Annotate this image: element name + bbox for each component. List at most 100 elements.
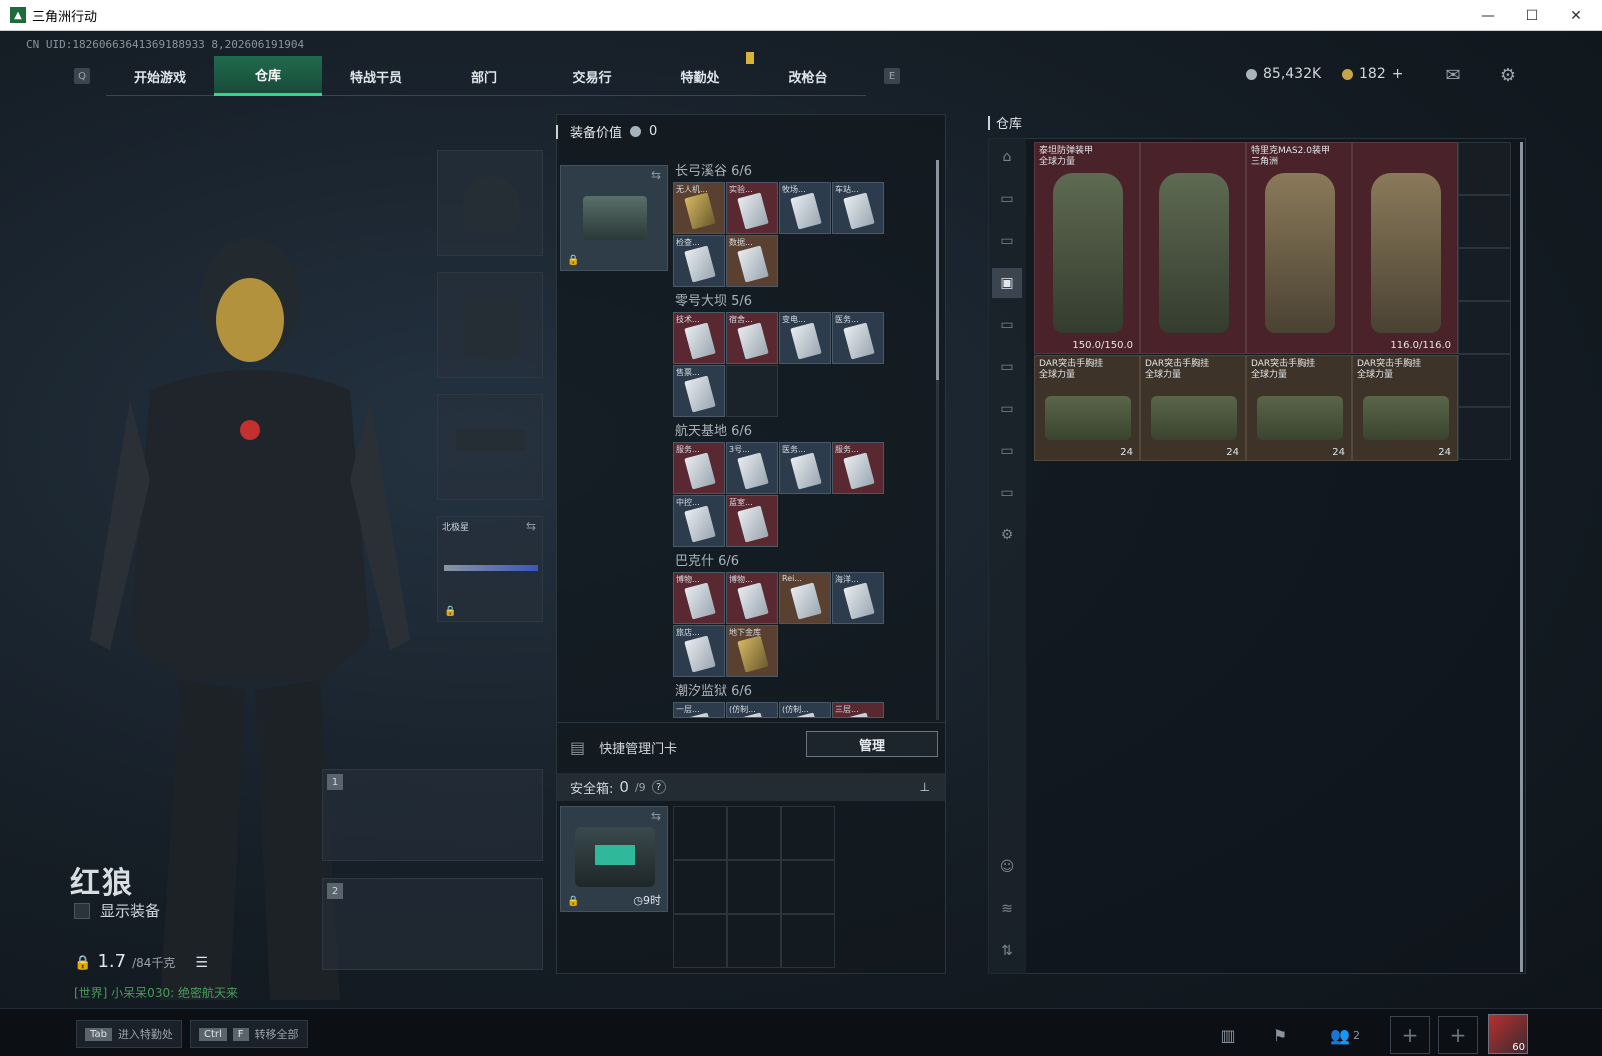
stats-icon[interactable]: ▥ <box>1210 1018 1246 1052</box>
show-equipment-toggle[interactable]: 显示装备 <box>74 900 160 921</box>
chest-rig-item[interactable]: DAR突击手胸挂 全球力量 24 <box>1034 355 1140 461</box>
keycard-item[interactable]: 检查... <box>673 235 725 287</box>
add-teammate-button[interactable]: + <box>1390 1016 1430 1054</box>
flag-icon[interactable]: ⚑ <box>1262 1018 1298 1052</box>
minimize-button[interactable]: — <box>1466 0 1510 31</box>
keycard-item[interactable]: (仿制... <box>726 702 778 718</box>
primary-weapon-slot-1[interactable]: 1 <box>322 769 543 861</box>
list-icon[interactable]: ☰ <box>195 955 208 971</box>
scrollbar[interactable] <box>936 160 939 720</box>
gold-currency[interactable]: 182 + <box>1342 66 1403 82</box>
safebox-cell[interactable] <box>727 914 781 968</box>
friends-button[interactable]: 👥 2 <box>1320 1018 1370 1052</box>
keycard-item[interactable]: 技术... <box>673 312 725 364</box>
helmet-slot[interactable] <box>437 150 543 256</box>
close-button[interactable]: ✕ <box>1554 0 1598 31</box>
armor-item[interactable]: 泰坦防弹装甲 全球力量 150.0/150.0 <box>1034 142 1140 354</box>
chest-rig-item[interactable]: DAR突击手胸挂 全球力量 24 <box>1246 355 1352 461</box>
empty-cell[interactable] <box>1458 142 1511 195</box>
add-teammate-button[interactable]: + <box>1438 1016 1478 1054</box>
help-icon[interactable]: ? <box>651 780 666 794</box>
keycard-item[interactable]: 实验... <box>726 182 778 234</box>
armor-item[interactable]: 特里克MAS2.0装甲 三角洲 <box>1246 142 1352 354</box>
chest-rig-item[interactable]: DAR突击手胸挂 全球力量 24 <box>1352 355 1458 461</box>
armor-item[interactable] <box>1140 142 1246 354</box>
keycard-item[interactable]: 服务... <box>832 442 884 494</box>
armor-item[interactable]: 116.0/116.0 <box>1352 142 1458 354</box>
keycard-item[interactable]: 3号... <box>726 442 778 494</box>
mail-icon[interactable]: ✉ <box>1441 64 1465 88</box>
storage-tab-1-icon[interactable]: ▭ <box>992 184 1022 214</box>
tab-special-ops[interactable]: 特勤处 <box>646 56 754 96</box>
warehouse-settings-icon[interactable]: ⚙ <box>992 520 1022 550</box>
tab-operators[interactable]: 特战干员 <box>322 56 430 96</box>
keycard-item[interactable]: 中控... <box>673 495 725 547</box>
safebox-cell[interactable] <box>781 806 835 860</box>
scrollbar-thumb[interactable] <box>936 160 939 380</box>
maximize-button[interactable]: ☐ <box>1510 0 1554 31</box>
world-chat-line[interactable]: [世界] 小呆呆030: 绝密航天来 <box>74 984 238 1001</box>
storage-tab-3-icon[interactable]: ▣ <box>992 268 1022 298</box>
layers-icon[interactable]: ≋ <box>992 894 1022 924</box>
keycard-item[interactable]: 数据... <box>726 235 778 287</box>
tab-market[interactable]: 交易行 <box>538 56 646 96</box>
melee-slot[interactable]: 北极星 ⇆ 🔒 <box>437 516 543 622</box>
safebox-cell[interactable] <box>673 860 727 914</box>
primary-weapon-slot-2[interactable]: 2 <box>322 878 543 970</box>
keycard-item[interactable]: 牧场... <box>779 182 831 234</box>
sort-icon[interactable]: ⇅ <box>992 936 1022 966</box>
keycard-item[interactable]: 三层... <box>832 702 884 718</box>
keycard-item[interactable]: 变电... <box>779 312 831 364</box>
storage-tab-8-icon[interactable]: ▭ <box>992 478 1022 508</box>
keycard-item[interactable]: 售票... <box>673 365 725 417</box>
empty-cell[interactable] <box>1458 407 1511 460</box>
keycard-item[interactable]: 一层... <box>673 702 725 718</box>
nav-prev-key[interactable]: Q <box>74 68 90 84</box>
keycard-item[interactable]: 医务... <box>779 442 831 494</box>
tab-start-game[interactable]: 开始游戏 <box>106 56 214 96</box>
keycard-item[interactable]: 宿舍... <box>726 312 778 364</box>
empty-cell[interactable] <box>1458 354 1511 407</box>
empty-keycard-slot[interactable] <box>726 365 778 417</box>
player-avatar[interactable]: 60 <box>1488 1014 1528 1054</box>
keycard-item[interactable]: (仿制... <box>779 702 831 718</box>
storage-tab-7-icon[interactable]: ▭ <box>992 436 1022 466</box>
manage-button[interactable]: 管理 <box>806 731 938 757</box>
keycard-item[interactable]: 无人机... <box>673 182 725 234</box>
storage-tab-6-icon[interactable]: ▭ <box>992 394 1022 424</box>
gold-add-button[interactable]: + <box>1392 66 1404 82</box>
safebox-cell[interactable] <box>673 806 727 860</box>
settings-icon[interactable]: ⚙ <box>1496 64 1520 88</box>
warehouse-home-icon[interactable]: ⌂ <box>992 142 1022 172</box>
keycard-item[interactable]: 海洋... <box>832 572 884 624</box>
storage-tab-2-icon[interactable]: ▭ <box>992 226 1022 256</box>
tab-department[interactable]: 部门 <box>430 56 538 96</box>
operator-icon[interactable]: ☺ <box>992 852 1022 882</box>
keycard-item[interactable]: 服务... <box>673 442 725 494</box>
tab-gunsmith[interactable]: 改枪台 <box>754 56 862 96</box>
keycard-case-item[interactable]: ⇆ 🔒 <box>560 165 668 271</box>
transfer-all-hint[interactable]: Ctrl F 转移全部 <box>190 1020 308 1048</box>
keycard-item[interactable]: 地下金库 <box>726 625 778 677</box>
keycard-item[interactable]: 医务... <box>832 312 884 364</box>
keycard-item[interactable]: Rei... <box>779 572 831 624</box>
empty-cell[interactable] <box>1458 248 1511 301</box>
safebox-cell[interactable] <box>781 860 835 914</box>
empty-cell[interactable] <box>1458 195 1511 248</box>
storage-tab-5-icon[interactable]: ▭ <box>992 352 1022 382</box>
enter-special-ops-hint[interactable]: Tab 进入特勤处 <box>76 1020 182 1048</box>
keycard-item[interactable]: 博物... <box>673 572 725 624</box>
empty-cell[interactable] <box>1458 301 1511 354</box>
keycard-item[interactable]: 蓝室... <box>726 495 778 547</box>
show-equipment-checkbox[interactable] <box>74 902 90 919</box>
safebox-grid[interactable] <box>673 806 835 968</box>
swap-icon[interactable]: ⇆ <box>651 168 661 182</box>
safebox-cell[interactable] <box>727 860 781 914</box>
safebox-cell[interactable] <box>727 806 781 860</box>
nav-next-key[interactable]: E <box>884 68 900 84</box>
swap-icon[interactable]: ⇆ <box>526 519 536 533</box>
warehouse-scrollbar[interactable] <box>1520 142 1523 972</box>
safebox-cell[interactable] <box>673 914 727 968</box>
storage-tab-4-icon[interactable]: ▭ <box>992 310 1022 340</box>
safebox-item[interactable]: ⇆ 🔒 ◷9时 <box>560 806 668 912</box>
